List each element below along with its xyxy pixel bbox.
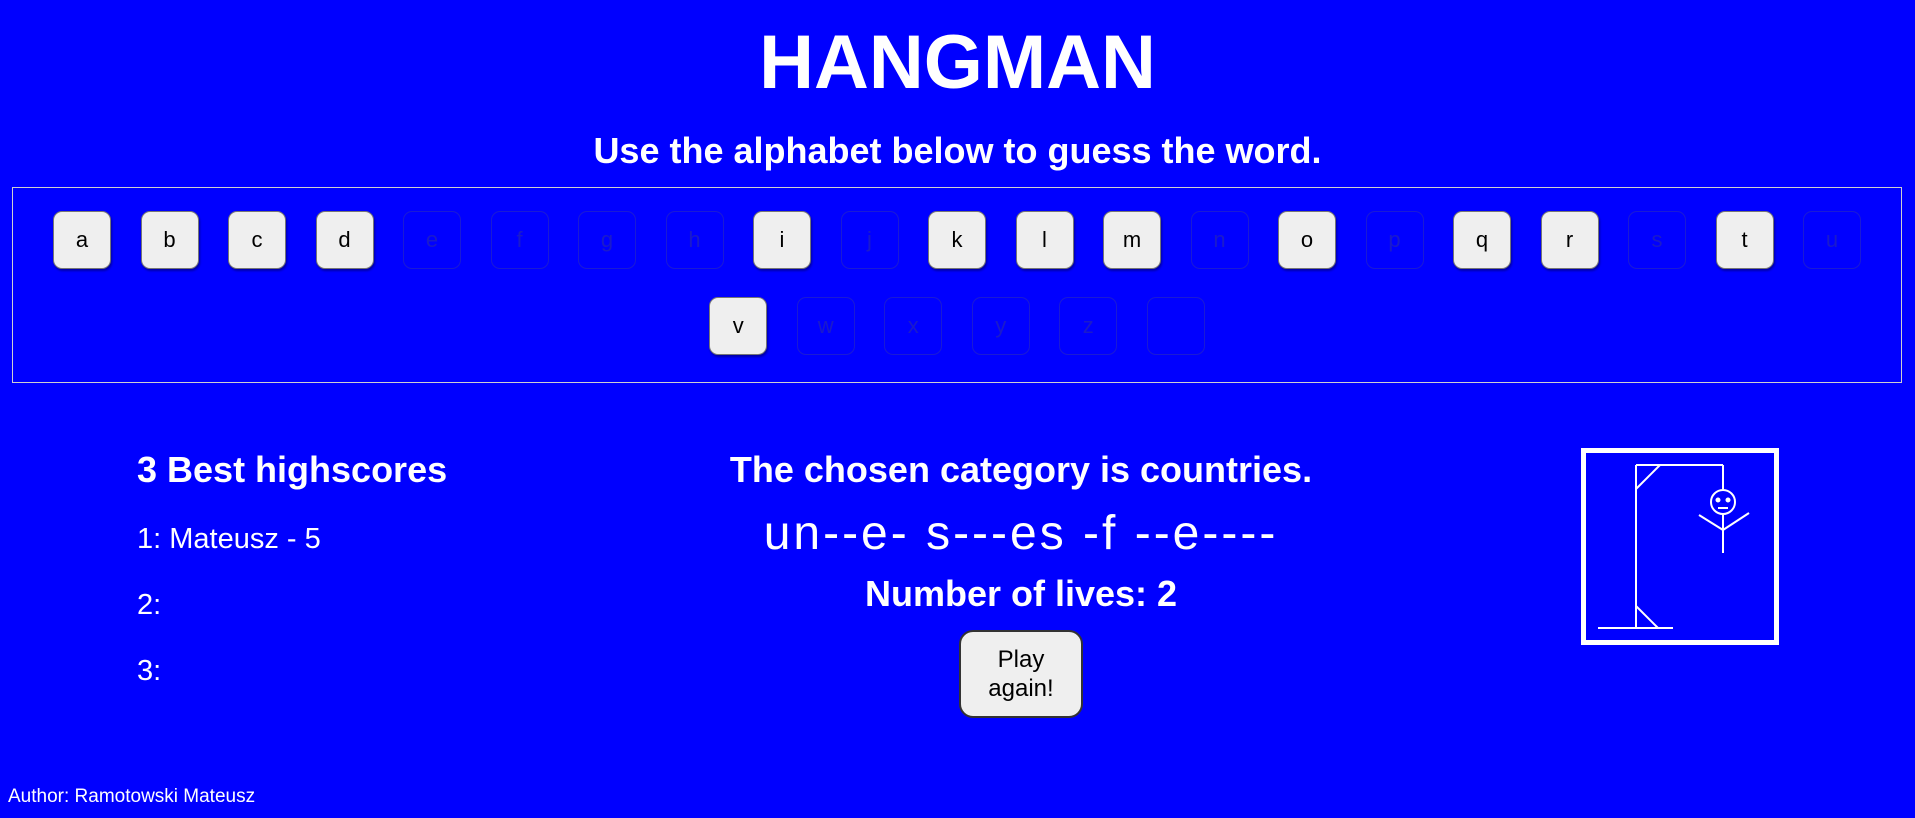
letter-key-o[interactable]: o bbox=[1278, 211, 1336, 269]
letter-key-b[interactable]: b bbox=[140, 211, 199, 269]
letter-key-e: e bbox=[403, 211, 461, 269]
letter-key-j: j bbox=[840, 211, 899, 269]
highscores-title: 3 Best highscores bbox=[137, 449, 448, 490]
author-credit: Author: Ramotowski Mateusz bbox=[8, 786, 256, 807]
gallows-base-brace bbox=[1635, 605, 1659, 629]
letter-key-t[interactable]: t bbox=[1715, 211, 1774, 269]
hangman-page: HANGMAN Use the alphabet below to guess … bbox=[0, 0, 1915, 818]
page-title: HANGMAN bbox=[759, 20, 1156, 105]
letter-key-z: z bbox=[1059, 297, 1118, 355]
play-again-button[interactable]: Play again! bbox=[959, 630, 1083, 718]
drawing-frame bbox=[1581, 448, 1779, 645]
letter-key-v[interactable]: v bbox=[709, 297, 768, 355]
letter-key-i[interactable]: i bbox=[753, 211, 811, 269]
letter-key-c[interactable]: c bbox=[228, 211, 286, 269]
letter-key-l[interactable]: l bbox=[1015, 211, 1074, 269]
letter-key-w: w bbox=[796, 297, 855, 355]
letter-key-g: g bbox=[578, 211, 636, 269]
figure-right-eye bbox=[1725, 497, 1731, 503]
letter-key-d[interactable]: d bbox=[315, 211, 374, 269]
gallows-beam-brace bbox=[1635, 464, 1661, 490]
letter-key-x: x bbox=[884, 297, 943, 355]
highscore-row-3: 3: bbox=[137, 655, 162, 687]
letter-key-p: p bbox=[1365, 211, 1424, 269]
letter-key-blank bbox=[1146, 297, 1205, 355]
letter-key-k[interactable]: k bbox=[928, 211, 986, 269]
instructions-subtitle: Use the alphabet below to guess the word… bbox=[593, 130, 1322, 171]
letter-key-r[interactable]: r bbox=[1540, 211, 1599, 269]
hangman-drawing bbox=[1581, 448, 1779, 645]
letter-key-h: h bbox=[665, 211, 724, 269]
letter-key-a[interactable]: a bbox=[53, 211, 111, 269]
letter-key-n: n bbox=[1190, 211, 1249, 269]
highscores-panel: 3 Best highscores 1: Mateusz - 5 2: 3: bbox=[137, 440, 637, 688]
category-text: The chosen category is countries. bbox=[729, 449, 1313, 490]
figure-head bbox=[1710, 489, 1736, 515]
alphabet-panel: abcdefghijklmnopqrstu vwxyz bbox=[12, 187, 1902, 383]
letter-key-f: f bbox=[490, 211, 549, 269]
highscore-row-1: 1: Mateusz - 5 bbox=[137, 523, 321, 555]
lives-counter: Number of lives: 2 bbox=[864, 573, 1178, 614]
highscore-row-2: 2: bbox=[137, 589, 162, 621]
letter-key-u: u bbox=[1803, 211, 1861, 269]
letter-key-q[interactable]: q bbox=[1453, 211, 1511, 269]
letter-key-m[interactable]: m bbox=[1103, 211, 1161, 269]
letter-key-s: s bbox=[1628, 211, 1686, 269]
game-panel: The chosen category is countries. un--e-… bbox=[621, 440, 1421, 718]
figure-left-arm bbox=[1698, 514, 1724, 531]
figure-right-arm bbox=[1722, 512, 1750, 531]
figure-left-eye bbox=[1715, 497, 1721, 503]
letter-key-y: y bbox=[971, 297, 1030, 355]
masked-word: un--e- s---es -f --e---- bbox=[763, 507, 1279, 560]
